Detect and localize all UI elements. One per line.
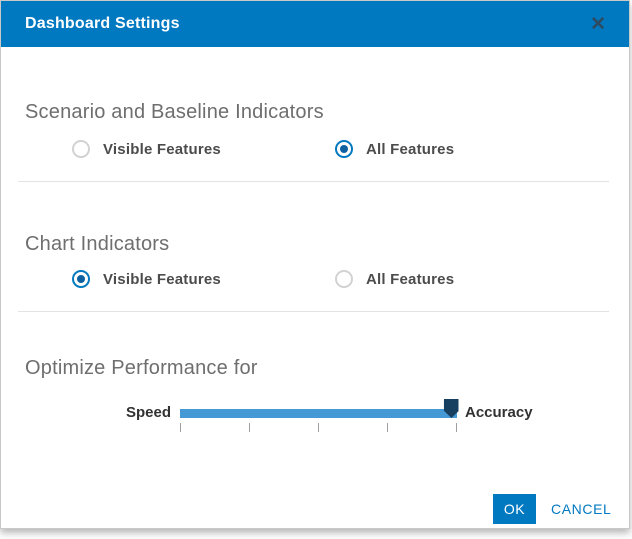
radio-label[interactable]: All Features xyxy=(366,141,454,158)
slider-tick xyxy=(180,423,181,432)
section-title-optimize-performance: Optimize Performance for xyxy=(25,357,258,380)
radio-label[interactable]: Visible Features xyxy=(103,141,221,158)
dashboard-settings-dialog: Dashboard Settings ✕ Scenario and Baseli… xyxy=(0,0,630,529)
slider-max-label: Accuracy xyxy=(465,404,533,421)
slider-handle[interactable] xyxy=(444,399,459,418)
divider xyxy=(18,311,609,312)
slider-track[interactable] xyxy=(180,409,457,418)
radio-label[interactable]: Visible Features xyxy=(103,271,221,288)
radio-option-scenario-all-features[interactable]: All Features xyxy=(335,140,454,158)
slider-tick xyxy=(318,423,319,432)
radio-button[interactable] xyxy=(72,140,90,158)
close-icon[interactable]: ✕ xyxy=(584,11,612,38)
slider-ticks xyxy=(180,423,457,432)
section-title-scenario-baseline: Scenario and Baseline Indicators xyxy=(25,101,324,124)
slider-tick xyxy=(387,423,388,432)
ok-button[interactable]: OK xyxy=(493,494,536,524)
radio-button[interactable] xyxy=(335,140,353,158)
slider-min-label: Speed xyxy=(61,404,171,421)
radio-label[interactable]: All Features xyxy=(366,271,454,288)
radio-button[interactable] xyxy=(335,270,353,288)
divider xyxy=(18,181,609,182)
section-title-chart-indicators: Chart Indicators xyxy=(25,233,169,256)
slider-tick xyxy=(456,423,457,432)
radio-button[interactable] xyxy=(72,270,90,288)
cancel-button[interactable]: CANCEL xyxy=(551,501,611,517)
radio-option-scenario-visible-features[interactable]: Visible Features xyxy=(72,140,221,158)
radio-option-chart-all-features[interactable]: All Features xyxy=(335,270,454,288)
dialog-title: Dashboard Settings xyxy=(25,15,180,33)
dialog-header: Dashboard Settings ✕ xyxy=(1,1,629,47)
slider-tick xyxy=(249,423,250,432)
radio-option-chart-visible-features[interactable]: Visible Features xyxy=(72,270,221,288)
